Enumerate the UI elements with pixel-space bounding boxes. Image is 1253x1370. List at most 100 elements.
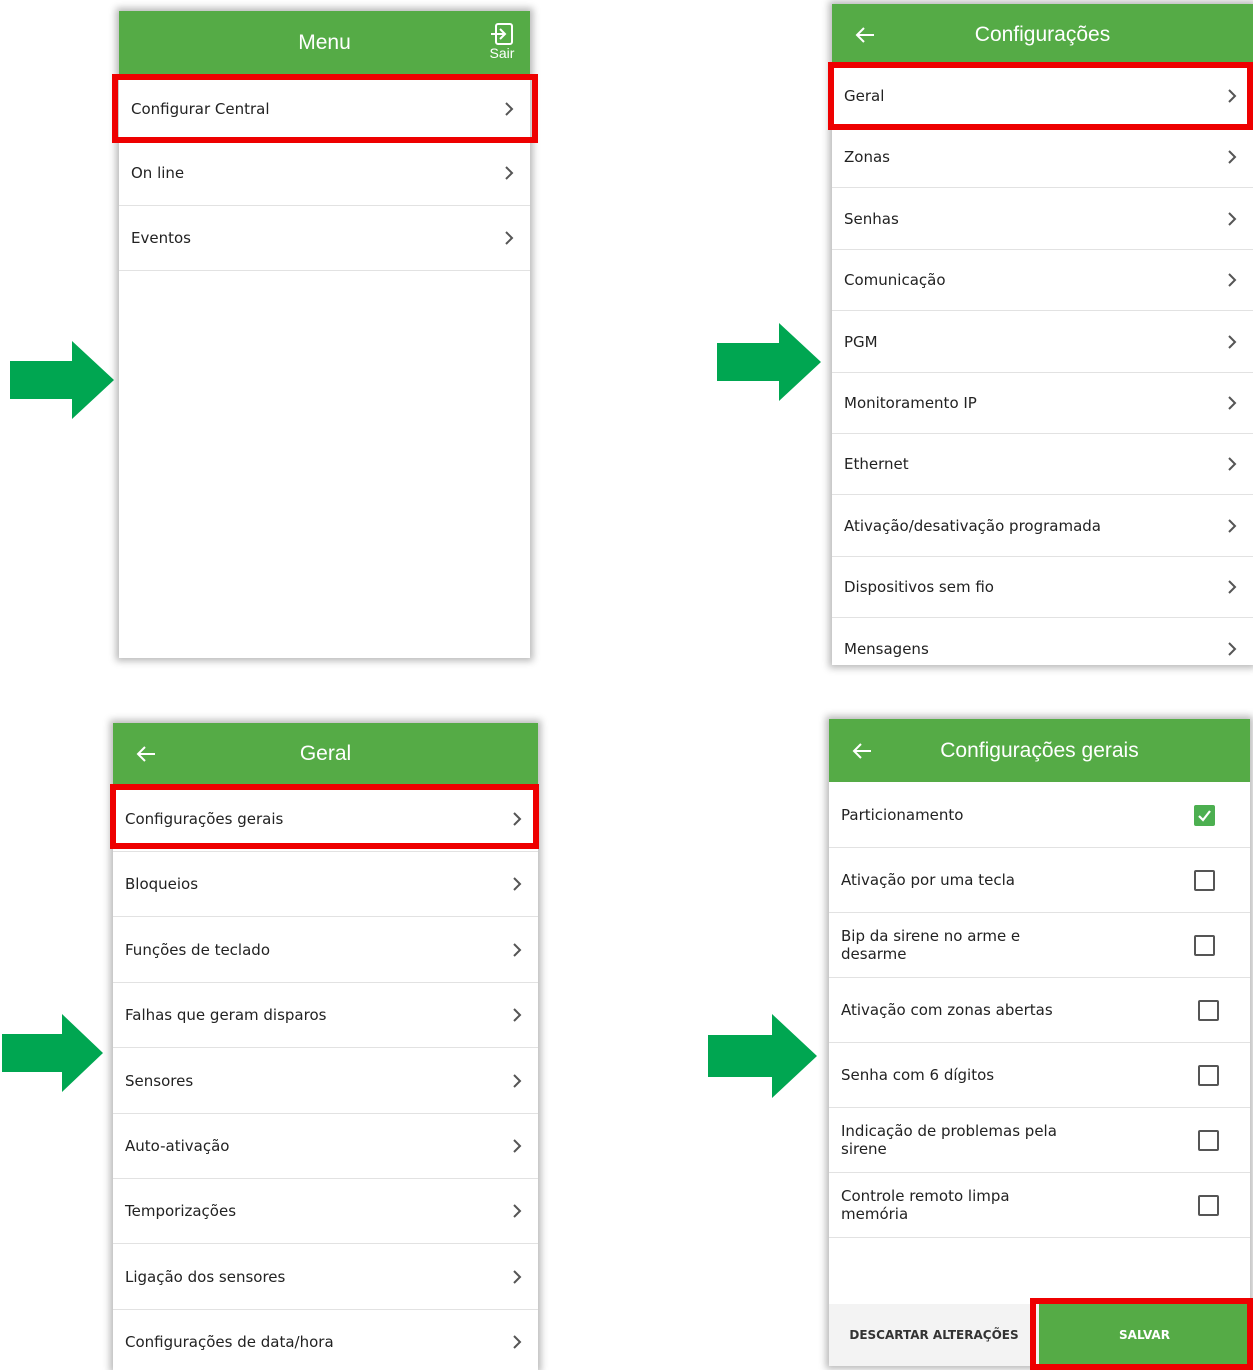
chevron-right-icon	[513, 1335, 522, 1349]
chevron-right-icon	[513, 812, 522, 826]
geral-item-label: Sensores	[125, 1072, 194, 1090]
exit-label: Sair	[489, 45, 515, 61]
chevron-right-icon	[1228, 519, 1237, 533]
geral-screen: Geral Configurações gerais Bloqueios Funçõ…	[113, 723, 538, 1370]
config-item-ativacao-desativacao-programada[interactable]: Ativação/desativação programada	[832, 496, 1253, 557]
config-item-label: PGM	[844, 333, 878, 351]
option-checkbox[interactable]	[1198, 1065, 1219, 1086]
option-bip-da-sirene-no-arme-e-desarme[interactable]: Bip da sirene no arme e desarme	[829, 913, 1250, 978]
config-item-comunicacao[interactable]: Comunicação	[832, 250, 1253, 311]
menu-item-configurar-central[interactable]: Configurar Central	[119, 78, 530, 141]
config-item-monitoramento-ip[interactable]: Monitoramento IP	[832, 373, 1253, 434]
config-item-label: Mensagens	[844, 640, 929, 658]
geral-item-label: Falhas que geram disparos	[125, 1006, 327, 1024]
geral-item-funcoes-de-teclado[interactable]: Funções de teclado	[113, 918, 538, 983]
geral-item-sensores[interactable]: Sensores	[113, 1049, 538, 1114]
chevron-right-icon	[513, 1139, 522, 1153]
configuracoes-screen: Configurações Geral Zonas Senhas Comunicaçã…	[832, 4, 1253, 665]
menu-item-eventos[interactable]: Eventos	[119, 206, 530, 271]
config-item-geral[interactable]: Geral	[832, 66, 1253, 127]
config-item-label: Zonas	[844, 148, 890, 166]
save-button[interactable]: SALVAR	[1039, 1304, 1250, 1366]
option-ativacao-por-uma-tecla[interactable]: Ativação por uma tecla	[829, 848, 1250, 913]
geral-item-label: Configurações gerais	[125, 810, 284, 828]
option-checkbox[interactable]	[1198, 1195, 1219, 1216]
chevron-right-icon	[513, 1204, 522, 1218]
exit-icon	[491, 23, 513, 45]
arrow-right-icon	[2, 1014, 103, 1092]
menu-screen: Menu Sair Configurar Central On line Eve…	[119, 11, 530, 658]
option-indicacao-de-problemas-pela-sirene[interactable]: Indicação de problemas pela sirene	[829, 1108, 1250, 1173]
config-item-label: Ativação/desativação programada	[844, 517, 1101, 535]
exit-button[interactable]: Sair	[486, 23, 518, 61]
chevron-right-icon	[513, 1270, 522, 1284]
option-controle-remoto-limpa-memoria[interactable]: Controle remoto limpa memória	[829, 1173, 1250, 1238]
geral-item-configuracoes-de-data-hora[interactable]: Configurações de data/hora	[113, 1310, 538, 1370]
arrow-right-icon	[717, 323, 821, 401]
chevron-right-icon	[1228, 457, 1237, 471]
config-item-label: Dispositivos sem fio	[844, 578, 994, 596]
configuracoes-header: Configurações	[832, 4, 1253, 66]
option-checkbox[interactable]	[1194, 805, 1215, 826]
discard-changes-button[interactable]: DESCARTAR ALTERAÇÕES	[829, 1304, 1039, 1366]
option-label: Senha com 6 dígitos	[841, 1066, 995, 1084]
option-checkbox[interactable]	[1198, 1000, 1219, 1021]
geral-header: Geral	[113, 723, 538, 785]
geral-item-label: Configurações de data/hora	[125, 1333, 334, 1351]
chevron-right-icon	[505, 102, 514, 116]
option-ativacao-com-zonas-abertas[interactable]: Ativação com zonas abertas	[829, 978, 1250, 1043]
geral-item-label: Temporizações	[125, 1202, 237, 1220]
config-item-label: Geral	[844, 87, 885, 105]
configuracoes-gerais-screen: Configurações gerais Particionamento Ativ…	[829, 719, 1250, 1366]
geral-item-auto-ativacao[interactable]: Auto-ativação	[113, 1114, 538, 1179]
chevron-right-icon	[505, 166, 514, 180]
option-label: Ativação por uma tecla	[841, 871, 1015, 889]
page-title: Configurações	[974, 23, 1111, 46]
chevron-right-icon	[1228, 89, 1237, 103]
page-title: Geral	[299, 742, 352, 765]
chevron-right-icon	[1228, 273, 1237, 287]
menu-item-label: On line	[131, 164, 185, 182]
geral-item-temporizacoes[interactable]: Temporizações	[113, 1179, 538, 1244]
config-item-senhas[interactable]: Senhas	[832, 189, 1253, 250]
config-item-mensagens[interactable]: Mensagens	[832, 619, 1253, 665]
arrow-right-icon	[10, 341, 114, 419]
menu-item-on-line[interactable]: On line	[119, 141, 530, 206]
config-item-dispositivos-sem-fio[interactable]: Dispositivos sem fio	[832, 557, 1253, 618]
chevron-right-icon	[1228, 642, 1237, 656]
option-checkbox[interactable]	[1194, 870, 1215, 891]
geral-item-label: Ligação dos sensores	[125, 1268, 286, 1286]
option-checkbox[interactable]	[1194, 935, 1215, 956]
config-item-label: Senhas	[844, 210, 899, 228]
geral-item-label: Bloqueios	[125, 875, 199, 893]
config-item-ethernet[interactable]: Ethernet	[832, 434, 1253, 495]
menu-item-label: Eventos	[131, 229, 191, 247]
geral-item-label: Funções de teclado	[125, 941, 270, 959]
config-item-zonas[interactable]: Zonas	[832, 127, 1253, 188]
geral-item-ligacao-dos-sensores[interactable]: Ligação dos sensores	[113, 1245, 538, 1310]
menu-header: Menu Sair	[119, 11, 530, 74]
option-checkbox[interactable]	[1198, 1130, 1219, 1151]
geral-item-configuracoes-gerais[interactable]: Configurações gerais	[113, 787, 538, 852]
chevron-right-icon	[513, 877, 522, 891]
arrow-right-icon	[708, 1014, 817, 1098]
chevron-right-icon	[505, 231, 514, 245]
option-label: Particionamento	[841, 806, 964, 824]
option-label: Bip da sirene no arme e desarme	[841, 927, 1021, 963]
chevron-right-icon	[1228, 580, 1237, 594]
geral-item-bloqueios[interactable]: Bloqueios	[113, 852, 538, 917]
option-label: Ativação com zonas abertas	[841, 1001, 1053, 1019]
geral-item-falhas-que-geram-disparos[interactable]: Falhas que geram disparos	[113, 983, 538, 1048]
menu-item-label: Configurar Central	[131, 100, 270, 118]
page-title: Configurações gerais	[940, 738, 1139, 762]
config-item-label: Monitoramento IP	[844, 394, 977, 412]
option-particionamento[interactable]: Particionamento	[829, 783, 1250, 848]
config-item-pgm[interactable]: PGM	[832, 312, 1253, 373]
chevron-right-icon	[1228, 212, 1237, 226]
check-icon	[1198, 810, 1211, 822]
option-senha-com-6-digitos[interactable]: Senha com 6 dígitos	[829, 1043, 1250, 1108]
chevron-right-icon	[1228, 396, 1237, 410]
chevron-right-icon	[1228, 150, 1237, 164]
chevron-right-icon	[513, 1074, 522, 1088]
option-label: Indicação de problemas pela sirene	[841, 1122, 1057, 1158]
